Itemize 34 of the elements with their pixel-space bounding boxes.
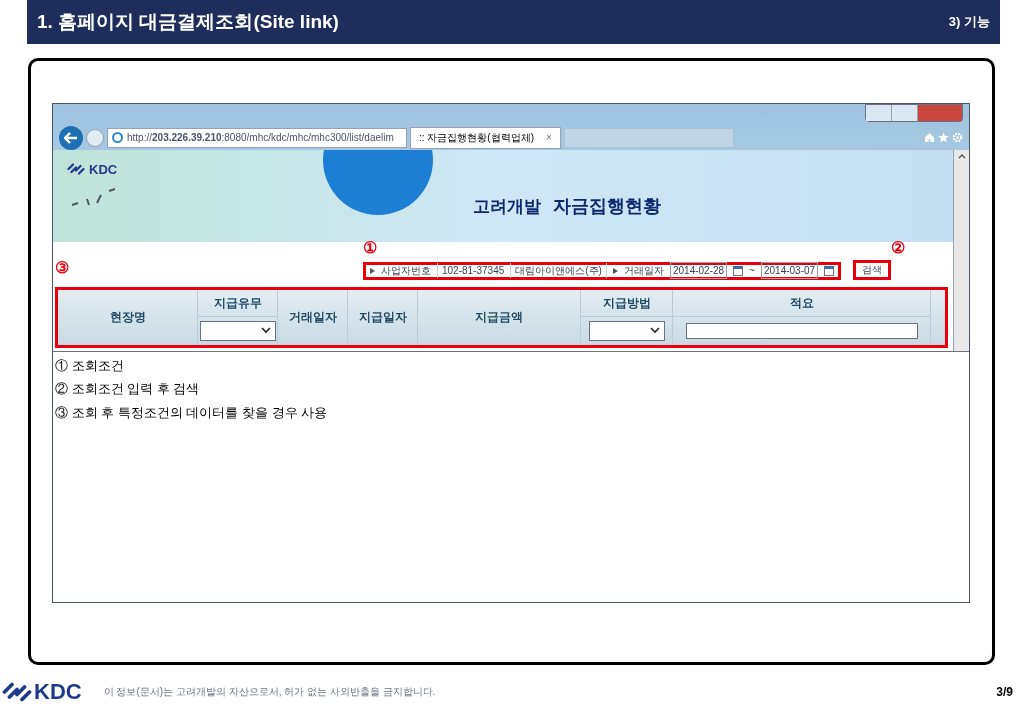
tab-title: :: 자금집행현황(협력업체) [419, 131, 534, 146]
range-separator: ~ [749, 264, 755, 279]
slide-title: 1. 홈페이지 대금결제조회(Site link) [37, 9, 339, 34]
search-button[interactable]: 검색 [853, 259, 892, 280]
callout-number: ② [891, 237, 905, 258]
field-label: 사업자번호 [381, 264, 431, 279]
site-logo: KDC [89, 160, 118, 179]
callout-number: ③ [55, 257, 69, 278]
column-header: 지급유무 [213, 294, 262, 312]
page-title: 자금집행현황 [553, 194, 661, 218]
column-header: 지급일자 [358, 309, 407, 327]
date-field[interactable]: 2014-02-28 [669, 262, 728, 280]
section-label: 3) 기능 [948, 13, 990, 32]
company-field: 대림아이앤에스(주) [510, 263, 607, 279]
url-text: http://203.226.39.210:8080/mhc/kdc/mhc/mhc300/list/daelim [127, 131, 394, 146]
column-header: 지급방법 [602, 294, 651, 312]
note-text: ① 조회조건 [55, 356, 125, 375]
column-header: 현장명 [109, 309, 146, 327]
tab-close-button[interactable]: × [546, 130, 552, 146]
browser-tab[interactable]: :: 자금집행현황(협력업체) × [410, 126, 561, 149]
note-text: ③ 조회 후 특정조건의 데이터를 찾을 경우 사용 [55, 403, 329, 422]
footer-logo: KDC [34, 678, 82, 706]
date-field[interactable]: 2014-03-07 [760, 262, 819, 280]
brand-logo: 고려개발 [473, 196, 541, 219]
business-number-field: 102-81-37345 [437, 263, 505, 279]
page-number: 3/9 [996, 683, 1013, 701]
note-text: ② 조회조건 입력 후 검색 [55, 380, 201, 399]
field-label: 거래일자 [623, 264, 664, 279]
footer-notice: 이 정보(문서)는 고려개발의 자산으로서, 허가 없는 사외반출을 금지합니다. [103, 685, 436, 699]
address-bar[interactable]: http://203.226.39.210:8080/mhc/kdc/mhc/mhc300/list/daelim [107, 127, 407, 148]
callout-number: ① [363, 237, 377, 258]
column-header: 적요 [789, 294, 814, 312]
column-header: 거래일자 [288, 309, 337, 327]
column-header: 지급금액 [475, 309, 523, 327]
